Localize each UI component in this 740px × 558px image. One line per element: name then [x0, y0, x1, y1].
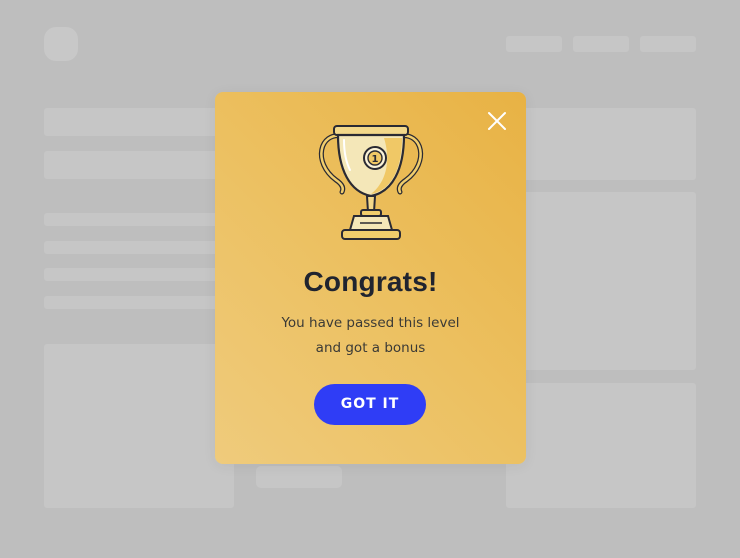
- content-placeholder: [44, 151, 234, 179]
- got-it-button[interactable]: GOT IT: [314, 384, 426, 425]
- text-line-placeholder: [44, 213, 234, 226]
- text-line-placeholder: [44, 296, 234, 309]
- nav-placeholder: [506, 36, 562, 52]
- trophy-badge-number: 1: [372, 154, 379, 165]
- congrats-modal: 1 Congrats! You have passed this level a…: [215, 92, 526, 464]
- content-placeholder: [44, 108, 234, 136]
- nav-placeholder: [573, 36, 629, 52]
- card-placeholder: [506, 192, 696, 370]
- modal-message: You have passed this level and got a bon…: [215, 311, 526, 361]
- trophy-icon: 1: [314, 122, 428, 245]
- card-placeholder: [506, 108, 696, 180]
- nav-placeholder: [640, 36, 696, 52]
- text-line-placeholder: [44, 268, 234, 281]
- text-line-placeholder: [44, 241, 234, 254]
- modal-title: Congrats!: [303, 266, 438, 297]
- card-placeholder: [44, 344, 234, 508]
- message-line-1: You have passed this level: [281, 315, 460, 331]
- close-icon[interactable]: [485, 109, 509, 133]
- button-placeholder: [256, 466, 342, 488]
- message-line-2: and got a bonus: [315, 340, 426, 356]
- card-placeholder: [506, 383, 696, 508]
- logo-placeholder: [44, 27, 78, 61]
